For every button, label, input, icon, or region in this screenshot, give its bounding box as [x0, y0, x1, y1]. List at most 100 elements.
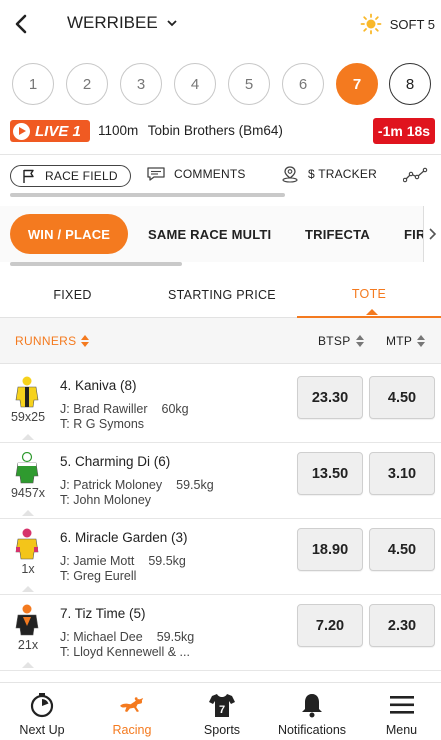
tracker-tab[interactable]: $ TRACKER — [280, 165, 377, 183]
runners-header: RUNNERS BTSP MTP — [0, 318, 441, 364]
race-button-5[interactable]: 5 — [228, 63, 270, 105]
race-field-tab[interactable]: RACE FIELD — [10, 165, 131, 187]
race-button-6[interactable]: 6 — [282, 63, 324, 105]
runner-form: 1x — [21, 562, 35, 576]
jersey-icon: 7 — [208, 691, 236, 719]
comment-icon — [147, 167, 165, 181]
runner-row[interactable]: 9457x 5. Charming Di (6) J: Patrick Molo… — [0, 444, 441, 519]
jockey-name: J: Patrick Moloney — [60, 478, 163, 492]
nav-racing[interactable]: Racing — [88, 683, 176, 740]
nav-label: Sports — [203, 723, 241, 737]
btsp-label: BTSP — [318, 334, 351, 348]
btsp-odds-button[interactable]: 18.90 — [297, 528, 363, 571]
sort-runners[interactable]: RUNNERS — [15, 334, 90, 348]
bet-type-win-place[interactable]: WIN / PLACE — [10, 214, 128, 254]
svg-text:7: 7 — [219, 704, 225, 716]
runner-name: 4. Kaniva (8) — [60, 378, 137, 393]
bet-type-scrollbar[interactable] — [10, 262, 182, 266]
runner-row[interactable]: 59x25 4. Kaniva (8) J: Brad Rawiller 60kg… — [0, 368, 441, 443]
tab-fixed[interactable]: FIXED — [0, 272, 145, 318]
bet-type-same-race-multi[interactable]: SAME RACE MULTI — [148, 214, 271, 254]
venue-name: WERRIBEE — [67, 13, 158, 32]
jockey-silk-icon — [15, 528, 39, 560]
runner-row[interactable]: 21x 7. Tiz Time (5) J: Michael Dee 59.5kg… — [0, 596, 441, 671]
race-distance: 1100m — [98, 123, 139, 138]
race-button-7[interactable]: 7 — [336, 63, 378, 105]
active-tab-indicator — [366, 309, 378, 315]
jockey-line: J: Michael Dee 59.5kg — [60, 630, 194, 644]
runner-name: 6. Miracle Garden (3) — [60, 530, 188, 545]
jockey-line: J: Brad Rawiller 60kg — [60, 402, 189, 416]
jockey-line: J: Patrick Moloney 59.5kg — [60, 478, 214, 492]
race-button-8[interactable]: 8 — [389, 63, 431, 105]
flag-icon — [23, 169, 34, 183]
subnav-scrollbar[interactable] — [10, 193, 285, 197]
nav-next-up[interactable]: Next Up — [0, 683, 84, 740]
mtp-odds-button[interactable]: 2.30 — [369, 604, 435, 647]
mtp-odds-button[interactable]: 3.10 — [369, 452, 435, 495]
jockey-name: J: Jamie Mott — [60, 554, 135, 568]
runner-form: 9457x — [10, 486, 46, 500]
runner-name: 7. Tiz Time (5) — [60, 606, 146, 621]
mtp-label: MTP — [386, 334, 413, 348]
tab-starting-price[interactable]: STARTING PRICE — [148, 272, 296, 318]
btsp-odds-button[interactable]: 7.20 — [297, 604, 363, 647]
race-button-3[interactable]: 3 — [120, 63, 162, 105]
sort-icon — [417, 335, 426, 347]
sun-icon — [360, 13, 382, 35]
jockey-name: J: Brad Rawiller — [60, 402, 148, 416]
line-graph-icon — [403, 167, 428, 183]
venue-selector[interactable]: WERRIBEE — [67, 13, 178, 33]
stopwatch-icon — [28, 691, 56, 719]
nav-notifications[interactable]: Notifications — [268, 683, 356, 740]
nav-label: Menu — [385, 723, 418, 737]
sort-mtp[interactable]: MTP — [386, 334, 426, 348]
runner-weight: 59.5kg — [148, 554, 186, 568]
expand-caret — [22, 662, 34, 668]
track-weather: SOFT 5 — [360, 13, 435, 35]
hamburger-icon — [388, 691, 416, 719]
jockey-line: J: Jamie Mott 59.5kg — [60, 554, 186, 568]
nav-sports[interactable]: 7 Sports — [180, 683, 264, 740]
live-stream-button[interactable]: LIVE 1 — [10, 120, 90, 142]
sort-icon — [81, 335, 90, 347]
live-label: LIVE 1 — [35, 122, 81, 140]
runner-form: 59x25 — [10, 410, 46, 424]
race-button-4[interactable]: 4 — [174, 63, 216, 105]
trainer-name: T: Greg Eurell — [60, 569, 137, 583]
bet-type-trifecta[interactable]: TRIFECTA — [305, 214, 370, 254]
comments-label: COMMENTS — [174, 167, 246, 181]
sort-btsp[interactable]: BTSP — [318, 334, 364, 348]
expand-caret — [22, 510, 34, 516]
race-button-1[interactable]: 1 — [12, 63, 54, 105]
jockey-silk-icon — [15, 376, 39, 408]
bet-type-tabs: WIN / PLACE SAME RACE MULTI TRIFECTA FIR — [0, 206, 441, 262]
runner-name: 5. Charming Di (6) — [60, 454, 171, 469]
nav-label: Notifications — [277, 723, 347, 737]
race-button-2[interactable]: 2 — [66, 63, 108, 105]
chevron-down-icon — [167, 20, 177, 27]
runner-row[interactable]: 1x 6. Miracle Garden (3) J: Jamie Mott 59… — [0, 520, 441, 595]
nav-menu[interactable]: Menu — [362, 683, 441, 740]
mtp-odds-button[interactable]: 4.50 — [369, 528, 435, 571]
btsp-odds-button[interactable]: 13.50 — [297, 452, 363, 495]
comments-tab[interactable]: COMMENTS — [146, 166, 246, 182]
back-arrow-icon[interactable] — [10, 12, 34, 36]
location-pin-icon — [282, 166, 298, 183]
race-subnav: RACE FIELD COMMENTS $ TRACKER — [0, 160, 441, 192]
runner-weight: 59.5kg — [156, 630, 195, 644]
mtp-odds-button[interactable]: 4.50 — [369, 376, 435, 419]
race-details: 1100m Tobin Brothers (Bm64) — [98, 123, 283, 138]
divider — [0, 154, 441, 155]
jockey-silk-icon — [15, 604, 39, 636]
btsp-odds-button[interactable]: 23.30 — [297, 376, 363, 419]
jockey-silk-icon — [15, 452, 39, 484]
race-name: Tobin Brothers (Bm64) — [147, 123, 283, 138]
runner-form: 21x — [17, 638, 39, 652]
race-field-label: RACE FIELD — [45, 169, 118, 183]
scroll-right-button[interactable] — [423, 206, 441, 262]
nav-label: Racing — [112, 723, 152, 737]
nav-label: Next Up — [19, 723, 65, 737]
race-countdown: -1m 18s — [373, 118, 435, 144]
stats-tab[interactable] — [403, 167, 429, 183]
